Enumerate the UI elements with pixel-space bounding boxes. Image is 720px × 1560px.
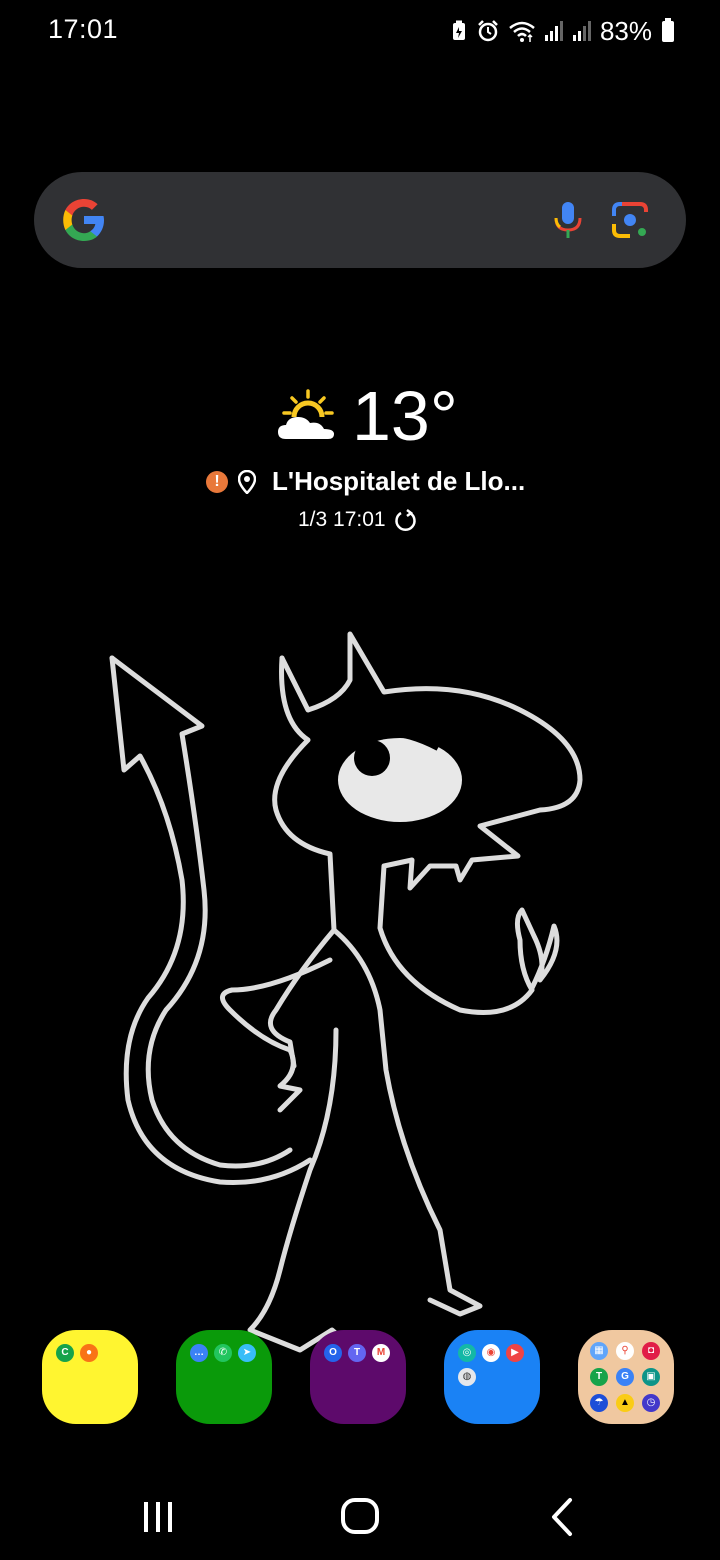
translate-app-icon[interactable]: G (616, 1368, 634, 1386)
youtube-app-icon[interactable]: ▶ (506, 1344, 524, 1362)
status-icons: 83% (450, 14, 674, 48)
back-icon[interactable] (546, 1490, 578, 1540)
google-search-bar[interactable] (34, 172, 686, 268)
wallpaper-devil-illustration (109, 631, 583, 1353)
telegram-app-icon[interactable]: ➤ (238, 1344, 256, 1362)
mic-icon[interactable] (546, 198, 590, 242)
app-icon[interactable]: ◎ (458, 1344, 476, 1362)
weather-temperature: 13° (352, 377, 458, 455)
lens-icon[interactable] (608, 198, 652, 242)
maps-app-icon[interactable]: ▦ (590, 1342, 608, 1360)
signal-icon (544, 21, 563, 41)
alarm-icon (478, 20, 498, 42)
weather-main: 13° (274, 378, 458, 454)
status-bar: 17:01 83% (0, 0, 720, 60)
partly-cloudy-icon (278, 389, 334, 439)
battery-icon (662, 17, 674, 42)
navigation-bar (0, 1470, 720, 1560)
teams-app-icon[interactable]: T (348, 1344, 366, 1362)
app-folder-2[interactable]: … ✆ ➤ (176, 1330, 272, 1424)
google-maps-app-icon[interactable]: ⚲ (616, 1342, 634, 1360)
app-folder-5[interactable]: ▦ ⚲ ◘ T G ▣ ☂ ▲ ◷ (578, 1330, 674, 1424)
clock-app-icon[interactable]: ◷ (642, 1394, 660, 1412)
app-icon[interactable]: ▣ (642, 1368, 660, 1386)
outlook-app-icon[interactable]: O (324, 1344, 342, 1362)
green-phone-app-icon[interactable]: C (56, 1344, 74, 1362)
app-icon[interactable]: ◍ (458, 1368, 476, 1386)
location-pin-icon (238, 469, 256, 494)
gmail-app-icon[interactable]: M (372, 1344, 390, 1362)
app-icon[interactable]: ▲ (616, 1394, 634, 1412)
app-icon[interactable]: T (590, 1368, 608, 1386)
google-logo-icon[interactable] (58, 194, 110, 246)
app-dock: C ● … ✆ ➤ O T M ◎ ◉ ▶ ◍ ▦ ⚲ ◘ T G ▣ ☂ ▲ … (0, 1330, 720, 1426)
battery-percentage: 83% (599, 15, 652, 46)
wifi-icon (509, 21, 535, 42)
weather-app-icon[interactable]: ☂ (590, 1394, 608, 1412)
recents-icon[interactable] (138, 1490, 178, 1540)
refresh-icon[interactable] (394, 508, 418, 532)
app-folder-1[interactable]: C ● (42, 1330, 138, 1424)
orange-contacts-app-icon[interactable]: ● (80, 1344, 98, 1362)
status-time: 17:01 (48, 14, 119, 44)
chrome-app-icon[interactable]: ◉ (482, 1344, 500, 1362)
weather-update-row: 1/3 17:01 (298, 508, 418, 532)
weather-location: L'Hospitalet de Llo... (272, 466, 526, 496)
weather-updated-time: 1/3 17:01 (298, 508, 386, 531)
weather-location-row: ! L'Hospitalet de Llo... (206, 466, 525, 497)
signal-icon (572, 21, 591, 41)
app-folder-4[interactable]: ◎ ◉ ▶ ◍ (444, 1330, 540, 1424)
whatsapp-app-icon[interactable]: ✆ (214, 1344, 232, 1362)
battery-saver-icon (452, 20, 465, 40)
messages-app-icon[interactable]: … (190, 1344, 208, 1362)
app-folder-3[interactable]: O T M (310, 1330, 406, 1424)
warning-icon: ! (206, 470, 228, 493)
home-icon[interactable] (338, 1490, 382, 1540)
camera-app-icon[interactable]: ◘ (642, 1342, 660, 1360)
